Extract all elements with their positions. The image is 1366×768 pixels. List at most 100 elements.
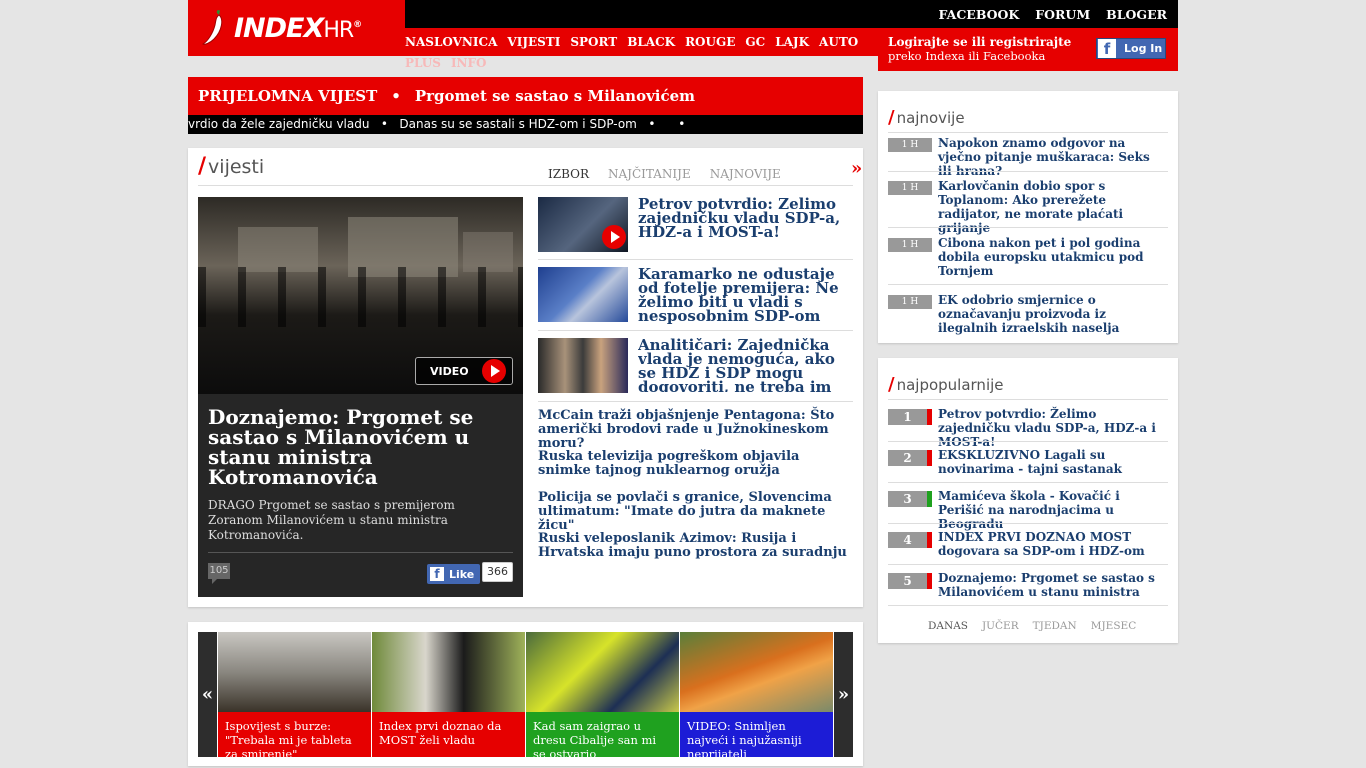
popular-title[interactable]: Doznajemo: Prgomet se sastao s Milanović…: [938, 571, 1163, 599]
nav-black[interactable]: BLACK: [627, 35, 675, 49]
breaking-headline[interactable]: Prgomet se sastao s Milanovićem: [415, 87, 695, 105]
carousel-item[interactable]: Kad sam zaigrao u dresu Cibalije san mi …: [526, 632, 679, 757]
carousel-prev-button[interactable]: «: [198, 632, 217, 757]
tab-najcitanije[interactable]: NAJČITANIJE: [608, 167, 691, 181]
najpopularnije-header: / najpopularnije: [888, 368, 1168, 400]
rank-color-bar: [927, 409, 932, 425]
divider: [208, 552, 513, 553]
carousel-item[interactable]: VIDEO: Snimljen najveći i najužasniji ne…: [680, 632, 833, 757]
section-title: / najnovije: [888, 101, 1168, 128]
ticker-text[interactable]: vrdio da žele zajedničku vladu • Danas s…: [188, 117, 685, 131]
login-box: Logirajte se ili registrirajte preko Ind…: [878, 28, 1178, 71]
section-title-text[interactable]: najpopularnije: [897, 376, 1004, 394]
nav-info[interactable]: INFO: [451, 56, 487, 70]
time-badge: 1 H: [888, 238, 932, 252]
facebook-icon: f: [1098, 39, 1116, 58]
facebook-icon: f: [430, 567, 444, 581]
more-arrow-icon[interactable]: »: [851, 158, 862, 179]
tab-izbor[interactable]: IZBOR: [548, 167, 589, 181]
news-title[interactable]: EK odobrio smjernice o označavanju proiz…: [938, 293, 1163, 335]
tab-danas[interactable]: DANAS: [928, 620, 968, 632]
story-thumbnail[interactable]: [538, 197, 628, 252]
section-title: / najpopularnije: [888, 368, 1168, 395]
section-title-text[interactable]: najnovije: [897, 109, 965, 127]
story-title[interactable]: Petrov potvrdio: Želimo zajedničku vladu…: [638, 197, 853, 240]
breaking-news-bar[interactable]: PRIJELOMNA VIJEST • Prgomet se sastao s …: [188, 77, 863, 115]
rank-badge: 3: [888, 491, 927, 507]
time-badge: 1 H: [888, 138, 932, 152]
rank-color-bar: [927, 573, 932, 589]
nav-gc[interactable]: GC: [745, 35, 765, 49]
short-story-link[interactable]: Policija se povlači s granice, Slovencim…: [538, 491, 853, 533]
nav-sport[interactable]: SPORT: [570, 35, 617, 49]
chili-pepper-icon: [201, 9, 226, 47]
popular-title[interactable]: EKSKLUZIVNO Lagali su novinarima - tajni…: [938, 448, 1163, 476]
list-item[interactable]: Analitičari: Zajednička vlada je nemoguć…: [538, 338, 853, 402]
vijesti-section: / vijesti IZBOR NAJČITANIJE NAJNOVIJE » …: [188, 148, 863, 607]
facebook-login-button[interactable]: f Log In: [1096, 38, 1166, 59]
list-item[interactable]: Karamarko ne odustaje od fotelje premije…: [538, 267, 853, 331]
carousel-next-button[interactable]: »: [834, 632, 853, 757]
story-title[interactable]: Karamarko ne odustaje od fotelje premije…: [638, 267, 853, 324]
najnovije-section: / najnovije 1 H Napokon znamo odgovor na…: [878, 91, 1178, 343]
hero-image[interactable]: VIDEO: [198, 197, 523, 394]
time-badge: 1 H: [888, 181, 932, 195]
nav-rouge[interactable]: ROUGE: [685, 35, 735, 49]
carousel-caption[interactable]: Ispovijest s burze: "Trebala mi je table…: [218, 712, 371, 757]
rank-badge: 1: [888, 409, 927, 425]
top-links-bar: FACEBOOK FORUM BLOGER: [405, 0, 1178, 28]
short-story-link[interactable]: McCain traži objašnjenje Pentagona: Što …: [538, 409, 853, 451]
breaking-bullet: •: [391, 87, 401, 105]
news-title[interactable]: Cibona nakon pet i pol godina dobila eur…: [938, 236, 1163, 278]
hero-headline[interactable]: Doznajemo: Prgomet se sastao s Milanović…: [208, 407, 508, 487]
tab-najnovije[interactable]: NAJNOVIJE: [710, 167, 781, 181]
carousel-image[interactable]: [218, 632, 371, 712]
popular-title[interactable]: Petrov potvrdio: Želimo zajedničku vladu…: [938, 407, 1163, 449]
site-logo[interactable]: INDEXHR®: [188, 0, 405, 56]
top-link-forum[interactable]: FORUM: [1035, 7, 1090, 22]
news-ticker[interactable]: vrdio da žele zajedničku vladu • Danas s…: [188, 115, 863, 134]
tab-mjesec[interactable]: MJESEC: [1091, 620, 1137, 632]
nav-auto[interactable]: AUTO: [819, 35, 858, 49]
carousel-image[interactable]: [372, 632, 525, 712]
carousel-image[interactable]: [526, 632, 679, 712]
nav-naslovnica[interactable]: NASLOVNICA: [405, 35, 497, 49]
short-story-link[interactable]: Ruski veleposlanik Azimov: Rusija i Hrva…: [538, 532, 853, 560]
carousel-item[interactable]: Index prvi doznao da MOST želi vladu: [372, 632, 525, 757]
popular-title[interactable]: Mamićeva škola - Kovačić i Perišić na na…: [938, 489, 1163, 531]
slash-mark: /: [888, 374, 895, 395]
facebook-like-button[interactable]: f Like: [427, 564, 481, 584]
najnovije-header: / najnovije: [888, 101, 1168, 133]
list-item[interactable]: Petrov potvrdio: Želimo zajedničku vladu…: [538, 197, 853, 260]
time-badge: 1 H: [888, 295, 932, 309]
nav-vijesti[interactable]: VIJESTI: [507, 35, 560, 49]
popular-title[interactable]: INDEX PRVI DOZNAO MOST dogovara sa SDP-o…: [938, 530, 1163, 558]
story-thumbnail[interactable]: [538, 338, 628, 393]
hero-story[interactable]: VIDEO Doznajemo: Prgomet se sastao s Mil…: [198, 197, 523, 597]
top-link-facebook[interactable]: FACEBOOK: [939, 7, 1020, 22]
tab-jucer[interactable]: JUČER: [982, 620, 1019, 632]
carousel-image[interactable]: [680, 632, 833, 712]
rank-badge: 5: [888, 573, 927, 589]
breaking-label: PRIJELOMNA VIJEST: [198, 87, 378, 105]
story-title[interactable]: Analitičari: Zajednička vlada je nemoguć…: [638, 338, 853, 392]
nav-lajk[interactable]: LAJK: [775, 35, 809, 49]
rank-color-bar: [927, 491, 932, 507]
login-button-label: Log In: [1124, 42, 1163, 55]
slash-mark: /: [198, 154, 207, 179]
rank-color-bar: [927, 450, 932, 466]
story-thumbnail[interactable]: [538, 267, 628, 322]
carousel-caption[interactable]: Index prvi doznao da MOST želi vladu: [372, 712, 525, 757]
short-story-link[interactable]: Ruska televizija pogreškom objavila snim…: [538, 450, 853, 478]
section-title-text[interactable]: vijesti: [208, 156, 264, 178]
carousel-caption[interactable]: VIDEO: Snimljen najveći i najužasniji ne…: [680, 712, 833, 757]
video-badge[interactable]: VIDEO: [415, 357, 513, 385]
tab-tjedan[interactable]: TJEDAN: [1033, 620, 1077, 632]
carousel-caption[interactable]: Kad sam zaigrao u dresu Cibalije san mi …: [526, 712, 679, 757]
top-link-bloger[interactable]: BLOGER: [1106, 7, 1167, 22]
comment-count-icon[interactable]: 105: [208, 563, 230, 584]
hero-lead: DRAGO Prgomet se sastao s premijerom Zor…: [208, 498, 455, 542]
nav-plus[interactable]: PLUS: [405, 56, 441, 70]
carousel-item[interactable]: Ispovijest s burze: "Trebala mi je table…: [218, 632, 371, 757]
vijesti-tabs: IZBOR NAJČITANIJE NAJNOVIJE: [548, 167, 781, 181]
